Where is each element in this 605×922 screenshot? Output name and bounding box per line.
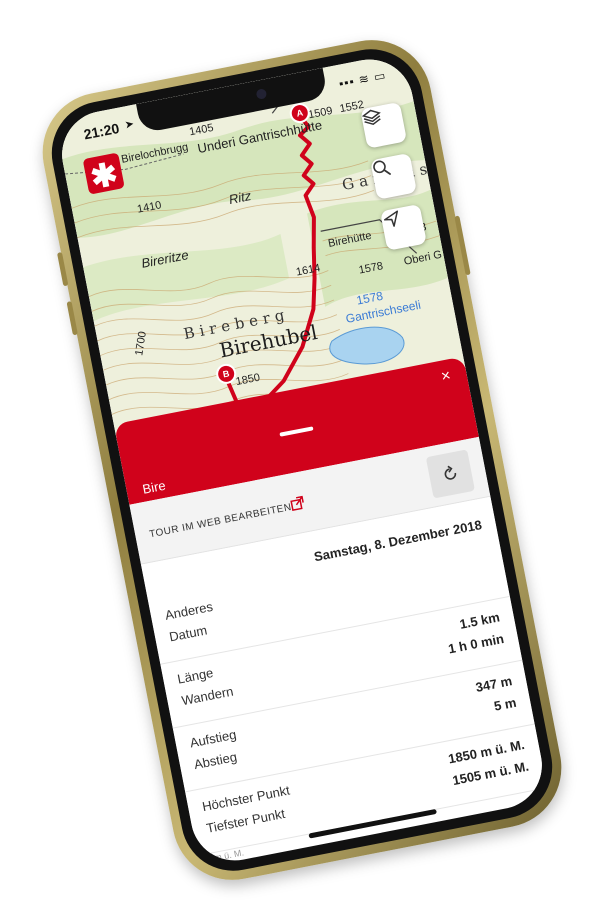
close-button[interactable]: × (440, 367, 453, 386)
refresh-icon (444, 465, 457, 480)
navigation-icon (383, 210, 399, 227)
external-link-icon[interactable] (289, 495, 305, 512)
sheet-grabber[interactable] (279, 426, 314, 437)
search-button[interactable] (370, 152, 418, 200)
layers-icon (361, 109, 381, 126)
refresh-button[interactable] (425, 449, 476, 499)
search-icon (373, 160, 391, 175)
detail-value: 347 m (474, 673, 514, 695)
edit-in-web-link[interactable]: TOUR IM WEB BEARBEITEN (148, 502, 292, 540)
locate-button[interactable] (380, 203, 427, 251)
phone-screen: 21:20 ➤ ▪▪▪ ≋ ▭ Birelochbrugg 1405 Under… (54, 52, 550, 868)
location-arrow-icon: ➤ (123, 117, 136, 132)
app-logo-icon[interactable]: ✱ (82, 152, 125, 196)
tour-title: Bire (141, 477, 167, 497)
status-time: 21:20 (82, 119, 121, 143)
layers-button[interactable] (360, 101, 408, 149)
detail-label: Aufstieg (188, 726, 238, 751)
detail-label: Anderes (163, 598, 215, 623)
front-camera (255, 88, 268, 100)
detail-label: Länge (176, 665, 215, 687)
detail-value: 1.5 km (458, 609, 501, 632)
detail-value: 5 m (492, 694, 518, 714)
status-indicators: ▪▪▪ ≋ ▭ (337, 68, 388, 91)
phone-mockup: 21:20 ➤ ▪▪▪ ≋ ▭ Birelochbrugg 1405 Under… (32, 29, 572, 891)
